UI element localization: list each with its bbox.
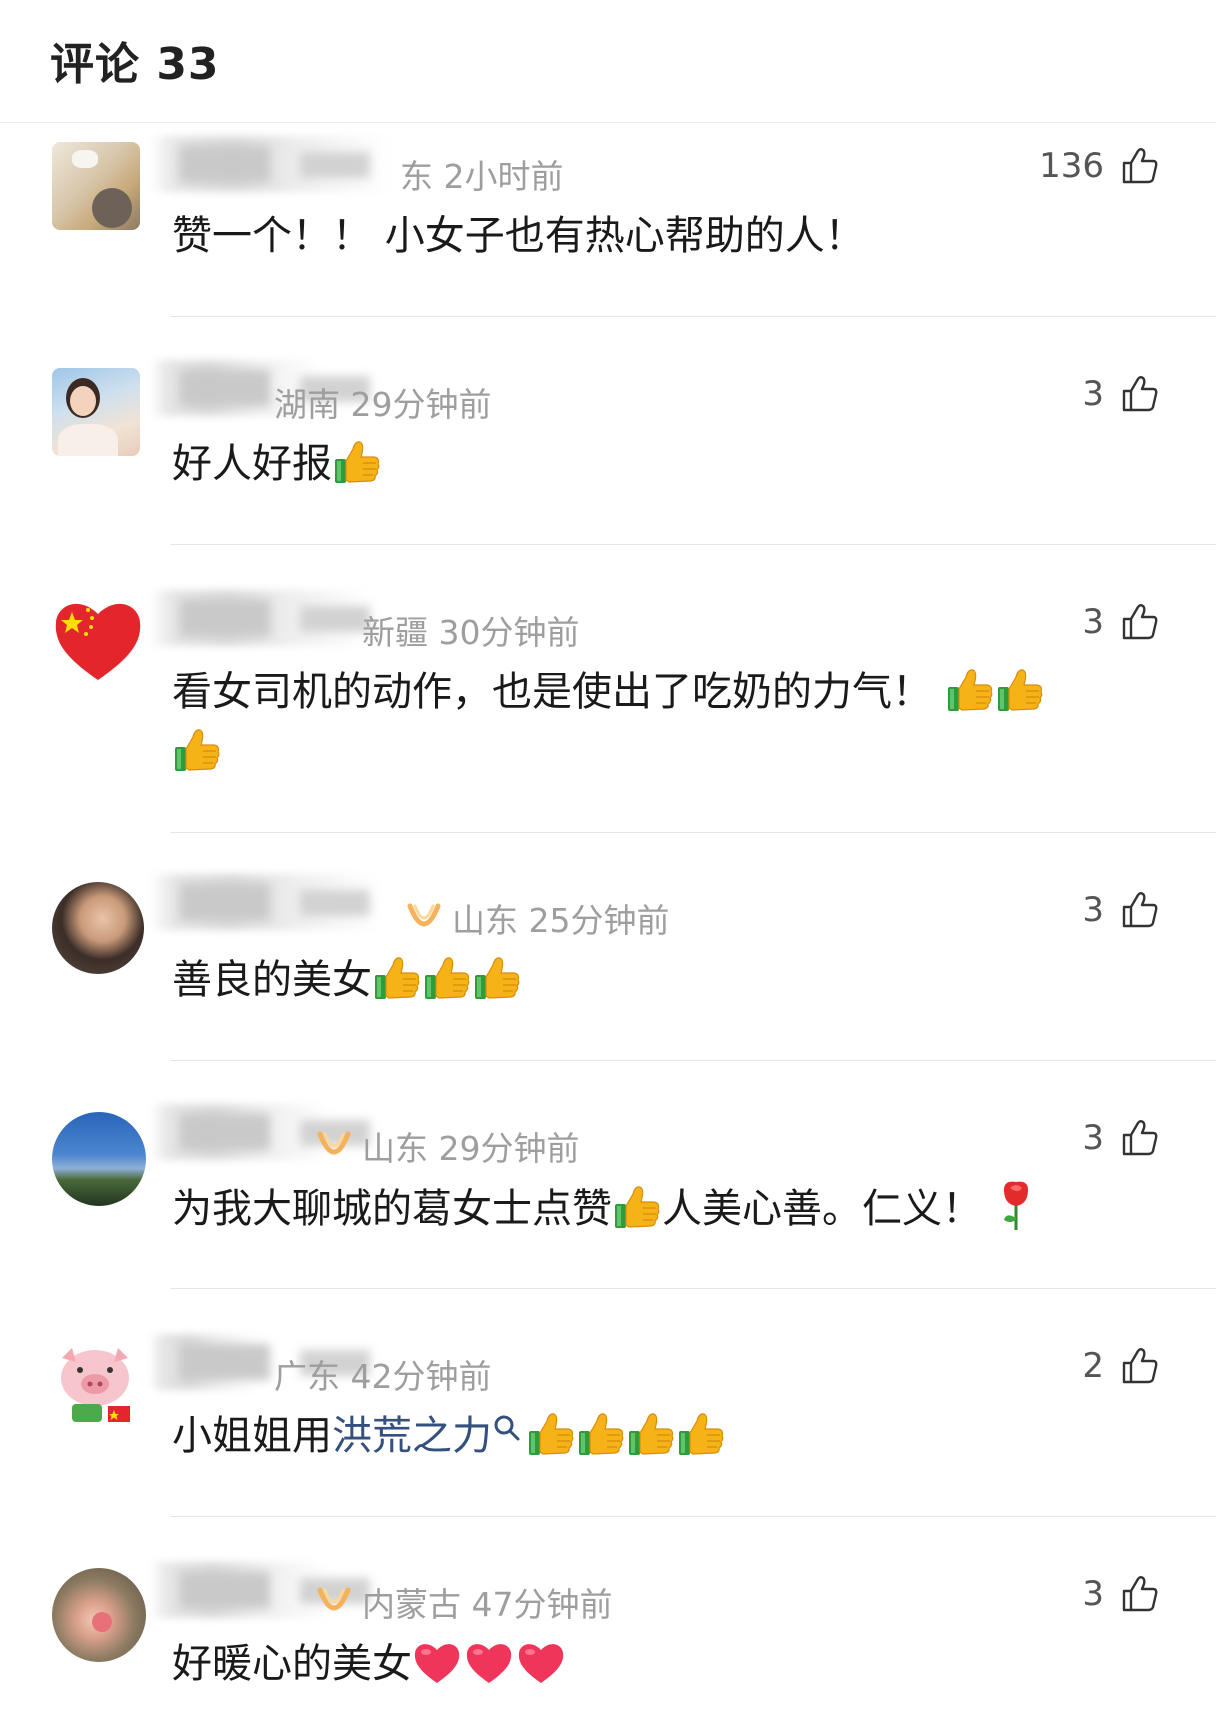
like-button[interactable]: 3 <box>1082 374 1160 414</box>
comment-meta: 山东 29分钟前 <box>316 1122 579 1170</box>
red-heart-emoji <box>464 1639 514 1685</box>
avatar[interactable] <box>52 142 140 230</box>
rose-emoji <box>1004 1181 1028 1230</box>
like-count: 3 <box>1082 890 1104 930</box>
thumbs-up-emoji <box>333 439 381 485</box>
divider <box>170 316 1216 317</box>
comment-text: 好人好报 <box>172 434 1156 494</box>
comment-meta: 山东 25分钟前 <box>406 894 669 942</box>
comment-meta: 广东 42分钟前 <box>274 1357 492 1396</box>
comments-header: 评论 33 <box>0 0 1216 123</box>
divider <box>170 1516 1216 1517</box>
divider <box>170 832 1216 833</box>
gold-vip-badge-icon <box>316 1130 352 1164</box>
thumbs-up-emoji <box>996 667 1044 713</box>
thumbs-up-emoji <box>946 667 994 713</box>
thumbs-up-emoji <box>373 955 421 1001</box>
comment-meta: 内蒙古 47分钟前 <box>316 1578 612 1626</box>
like-count: 3 <box>1082 1574 1104 1614</box>
like-count: 2 <box>1082 1346 1104 1386</box>
divider <box>170 1288 1216 1289</box>
divider <box>170 544 1216 545</box>
like-button[interactable]: 3 <box>1082 890 1160 930</box>
thumbs-up-emoji <box>627 1411 675 1457</box>
comment-text: 赞一个！！ 小女子也有热心帮助的人！ <box>172 213 865 259</box>
thumbs-up-emoji <box>527 1411 575 1457</box>
like-button[interactable]: 3 <box>1082 1118 1160 1158</box>
red-heart-emoji <box>412 1639 462 1685</box>
gold-vip-badge-icon <box>316 1586 352 1620</box>
avatar[interactable] <box>52 1112 146 1206</box>
red-heart-emoji <box>516 1639 566 1685</box>
gold-vip-badge-icon <box>406 902 442 936</box>
china-flag-heart-icon <box>55 603 141 680</box>
like-count: 3 <box>1082 602 1104 642</box>
comment-text: 小姐姐用洪荒之力 <box>172 1406 1156 1466</box>
like-count: 3 <box>1082 1118 1104 1158</box>
thumbs-up-outline-icon <box>1120 602 1160 642</box>
like-count: 3 <box>1082 374 1104 414</box>
comment-meta: 东 2小时前 <box>400 157 564 196</box>
blurred-username[interactable] <box>150 1104 330 1160</box>
avatar[interactable] <box>52 368 140 456</box>
avatar[interactable] <box>52 882 144 974</box>
comment-text: 好暖心的美女 <box>172 1634 1156 1694</box>
thumbs-up-outline-icon <box>1120 1346 1160 1386</box>
blurred-username[interactable] <box>150 1562 330 1618</box>
like-button[interactable]: 3 <box>1082 602 1160 642</box>
avatar[interactable] <box>52 596 144 684</box>
like-count: 136 <box>1039 146 1104 186</box>
thumbs-up-emoji <box>613 1184 661 1230</box>
like-button[interactable]: 136 <box>1039 146 1160 186</box>
blurred-username[interactable] <box>150 590 370 646</box>
blurred-username[interactable] <box>150 1334 260 1390</box>
thumbs-up-outline-icon <box>1120 890 1160 930</box>
thumbs-up-emoji <box>577 1411 625 1457</box>
search-icon[interactable] <box>492 1413 522 1443</box>
topic-search-link[interactable]: 洪荒之力 <box>332 1413 492 1459</box>
blurred-username[interactable] <box>150 136 390 192</box>
thumbs-up-emoji <box>173 727 221 773</box>
thumbs-up-emoji <box>473 955 521 1001</box>
thumbs-up-outline-icon <box>1120 146 1160 186</box>
thumbs-up-outline-icon <box>1120 374 1160 414</box>
thumbs-up-outline-icon <box>1120 1574 1160 1614</box>
pig-avatar-icon <box>61 1348 130 1422</box>
like-button[interactable]: 3 <box>1082 1574 1160 1614</box>
divider <box>170 1060 1216 1061</box>
comment-meta: 湖南 29分钟前 <box>274 385 492 424</box>
blurred-username[interactable] <box>150 874 380 930</box>
comment-text: 看女司机的动作，也是使出了吃奶的力气！ <box>172 662 1156 782</box>
thumbs-up-emoji <box>677 1411 725 1457</box>
thumbs-up-emoji <box>423 955 471 1001</box>
comment-text: 为我大聊城的葛女士点赞 人美心善。仁义！ <box>172 1178 1156 1239</box>
comment-text: 善良的美女 <box>172 950 1156 1010</box>
page-title: 评论 33 <box>50 39 220 90</box>
avatar[interactable] <box>52 1344 138 1428</box>
thumbs-up-outline-icon <box>1120 1118 1160 1158</box>
comment-meta: 新疆 30分钟前 <box>362 613 580 652</box>
avatar[interactable] <box>52 1568 146 1662</box>
like-button[interactable]: 2 <box>1082 1346 1160 1386</box>
